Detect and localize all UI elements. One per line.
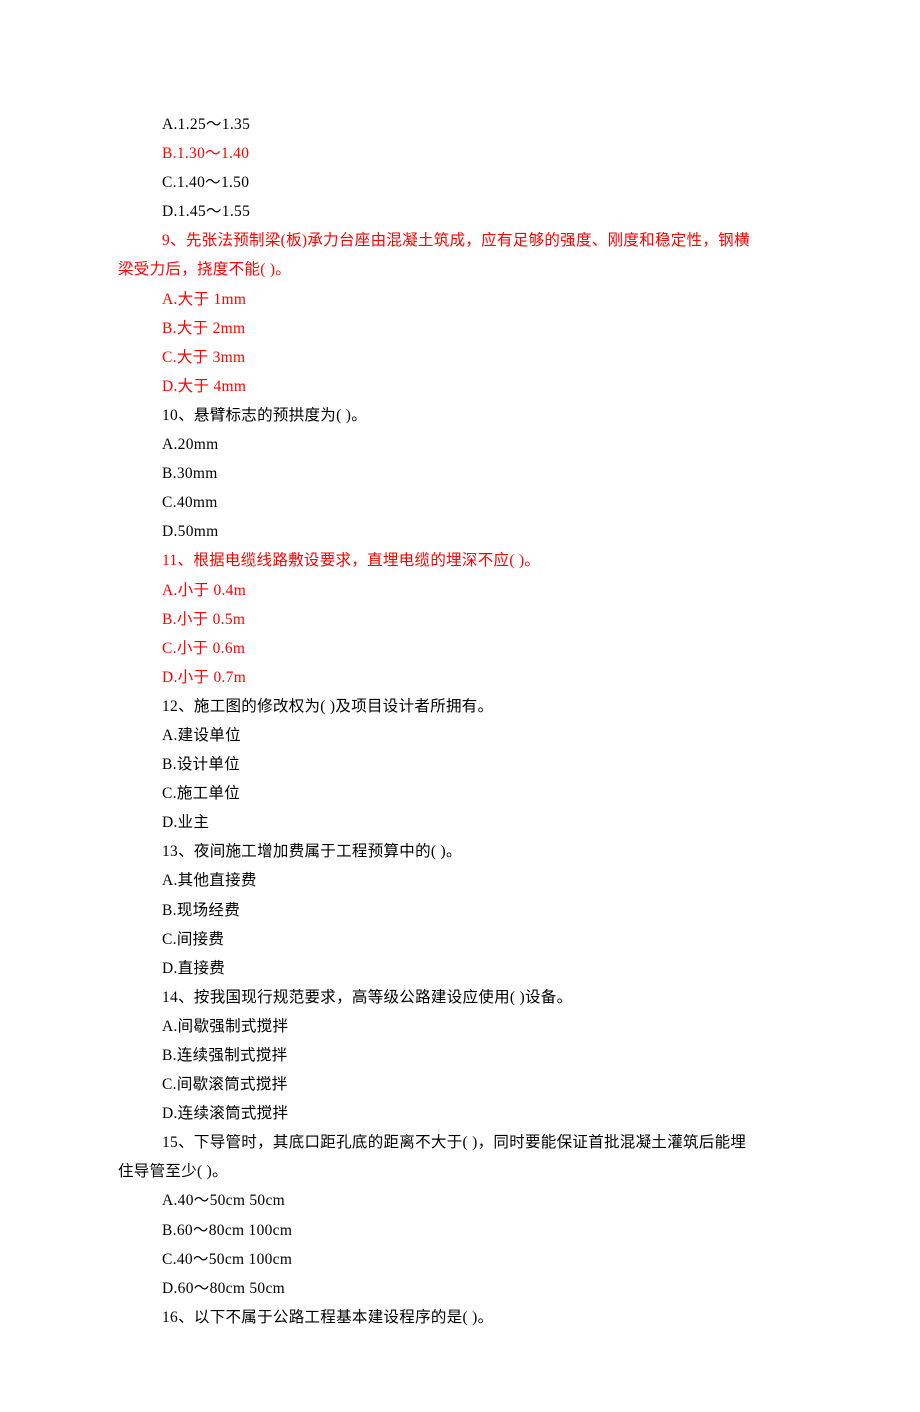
text-line: A.其他直接费 [118, 866, 802, 895]
document-page: A.1.25～1.35B.1.30～1.40C.1.40～1.50D.1.45～… [0, 0, 920, 1412]
text-line: C.1.40～1.50 [118, 168, 802, 197]
text-line: A.20mm [118, 430, 802, 459]
text-line: B.30mm [118, 459, 802, 488]
text-line: D.1.45～1.55 [118, 197, 802, 226]
text-line: C.大于 3mm [118, 343, 802, 372]
text-line: 13、夜间施工增加费属于工程预算中的( )。 [118, 837, 802, 866]
text-line: B.小于 0.5m [118, 605, 802, 634]
text-line: C.40～50cm 100cm [118, 1245, 802, 1274]
text-line: 10、悬臂标志的预拱度为( )。 [118, 401, 802, 430]
text-line: 梁受力后，挠度不能( )。 [118, 255, 802, 284]
text-line: C.间歇滚筒式搅拌 [118, 1070, 802, 1099]
text-line: B.60～80cm 100cm [118, 1216, 802, 1245]
text-line: D.业主 [118, 808, 802, 837]
text-line: 16、以下不属于公路工程基本建设程序的是( )。 [118, 1303, 802, 1332]
text-line: B.连续强制式搅拌 [118, 1041, 802, 1070]
text-line: B.1.30～1.40 [118, 139, 802, 168]
text-line: B.现场经费 [118, 896, 802, 925]
text-line: 住导管至少( )。 [118, 1157, 802, 1186]
text-line: B.设计单位 [118, 750, 802, 779]
text-line: A.大于 1mm [118, 285, 802, 314]
text-line: D.直接费 [118, 954, 802, 983]
text-line: D.小于 0.7m [118, 663, 802, 692]
text-line: B.大于 2mm [118, 314, 802, 343]
text-line: 14、按我国现行规范要求，高等级公路建设应使用( )设备。 [118, 983, 802, 1012]
text-line: D.连续滚筒式搅拌 [118, 1099, 802, 1128]
text-line: 9、先张法预制梁(板)承力台座由混凝土筑成，应有足够的强度、刚度和稳定性，钢横 [118, 226, 802, 255]
text-line: A.建设单位 [118, 721, 802, 750]
text-line: 12、施工图的修改权为( )及项目设计者所拥有。 [118, 692, 802, 721]
text-line: D.大于 4mm [118, 372, 802, 401]
text-line: A.间歇强制式搅拌 [118, 1012, 802, 1041]
text-line: A.40～50cm 50cm [118, 1186, 802, 1215]
text-line: 11、根据电缆线路敷设要求，直埋电缆的埋深不应( )。 [118, 546, 802, 575]
text-line: 15、下导管时，其底口距孔底的距离不大于( )，同时要能保证首批混凝土灌筑后能埋 [118, 1128, 802, 1157]
text-line: A.1.25～1.35 [118, 110, 802, 139]
text-line: C.40mm [118, 488, 802, 517]
text-line: A.小于 0.4m [118, 576, 802, 605]
content-body: A.1.25～1.35B.1.30～1.40C.1.40～1.50D.1.45～… [118, 110, 802, 1332]
text-line: C.小于 0.6m [118, 634, 802, 663]
text-line: C.间接费 [118, 925, 802, 954]
text-line: D.50mm [118, 517, 802, 546]
text-line: C.施工单位 [118, 779, 802, 808]
text-line: D.60～80cm 50cm [118, 1274, 802, 1303]
